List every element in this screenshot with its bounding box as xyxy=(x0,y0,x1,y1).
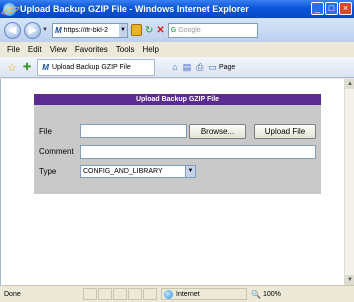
status-cell xyxy=(113,288,127,300)
zoom-icon: 🔍 xyxy=(251,289,261,299)
command-buttons: ⌂ ▤ ⎙ ▭ Page xyxy=(167,62,235,73)
tab-favicon-icon: M xyxy=(42,62,49,72)
zoom-level: 100% xyxy=(262,290,281,298)
page-favicon-icon: M xyxy=(54,25,62,35)
add-favorites-icon[interactable]: ✚ xyxy=(23,62,31,73)
status-cell xyxy=(128,288,142,300)
ie-logo-icon xyxy=(3,2,16,16)
stop-icon[interactable]: ✕ xyxy=(156,25,164,36)
comment-label: Comment xyxy=(39,147,74,156)
type-label: Type xyxy=(39,167,57,176)
menu-tools[interactable]: Tools xyxy=(116,45,135,54)
security-zone[interactable]: Internet xyxy=(161,288,247,300)
tab-label: Upload Backup GZIP File xyxy=(51,63,131,71)
address-dropdown-icon[interactable]: ▼ xyxy=(118,23,127,37)
menu-edit[interactable]: Edit xyxy=(28,45,42,54)
menu-file[interactable]: File xyxy=(7,45,20,54)
upload-panel: Upload Backup GZIP File File Browse... U… xyxy=(34,94,321,194)
address-row: ◀ ▶ ▼ M https://ifr-bkl-2 ▼ ↻ ✕ G Google xyxy=(0,18,354,42)
window-controls: _ □ × xyxy=(310,2,352,15)
feeds-icon[interactable]: ▤ xyxy=(183,62,192,73)
command-bar: ☆ ✚ M Upload Backup GZIP File ⌂ ▤ ⎙ ▭ Pa… xyxy=(0,57,354,78)
forward-button[interactable]: ▶ xyxy=(24,21,41,39)
page-content: Upload Backup GZIP File File Browse... U… xyxy=(0,79,344,285)
title-bar: Upload Backup GZIP File - Windows Intern… xyxy=(0,0,354,18)
print-icon[interactable]: ⎙ xyxy=(196,62,203,73)
comment-input[interactable] xyxy=(80,145,316,159)
browse-button[interactable]: Browse... xyxy=(189,124,246,139)
menu-favorites[interactable]: Favorites xyxy=(75,45,108,54)
panel-header: Upload Backup GZIP File xyxy=(34,94,321,105)
refresh-icon[interactable]: ↻ xyxy=(145,25,153,36)
minimize-button[interactable]: _ xyxy=(311,2,324,15)
favorites-star-icon[interactable]: ☆ xyxy=(7,61,17,74)
zoom-control[interactable]: 🔍 100% xyxy=(251,290,281,299)
status-cell xyxy=(143,288,157,300)
chevron-down-icon[interactable]: ▼ xyxy=(185,166,195,177)
close-button[interactable]: × xyxy=(339,2,352,15)
window-title: Upload Backup GZIP File - Windows Intern… xyxy=(20,4,249,14)
search-input[interactable]: G Google xyxy=(167,22,258,38)
status-text: Done xyxy=(4,290,21,298)
google-icon: G xyxy=(170,26,177,34)
zone-label: Internet xyxy=(176,290,200,298)
browser-tab[interactable]: M Upload Backup GZIP File xyxy=(37,58,156,76)
scroll-up-icon[interactable]: ▲ xyxy=(345,79,354,89)
address-bar[interactable]: M https://ifr-bkl-2 ▼ xyxy=(51,22,128,38)
type-select-value: CONFIG_AND_LIBRARY xyxy=(83,168,163,175)
maximize-button[interactable]: □ xyxy=(325,2,338,15)
recent-pages-dropdown-icon[interactable]: ▼ xyxy=(42,27,48,33)
page-icon[interactable]: ▭ xyxy=(208,62,217,73)
scroll-down-icon[interactable]: ▼ xyxy=(345,275,354,285)
back-button[interactable]: ◀ xyxy=(4,21,21,39)
status-bar: Done Internet 🔍 100% xyxy=(0,285,354,302)
menu-help[interactable]: Help xyxy=(142,45,158,54)
internet-zone-icon xyxy=(164,289,173,299)
lock-icon[interactable] xyxy=(130,24,142,36)
type-select[interactable]: CONFIG_AND_LIBRARY ▼ xyxy=(80,165,196,178)
file-input[interactable] xyxy=(80,124,187,138)
home-icon[interactable]: ⌂ xyxy=(172,62,177,72)
vertical-scrollbar[interactable]: ▲ ▼ xyxy=(344,79,354,285)
status-cell xyxy=(83,288,97,300)
file-label: File xyxy=(39,127,52,136)
status-cell xyxy=(98,288,112,300)
page-menu-label[interactable]: Page xyxy=(219,64,235,71)
browser-window: Upload Backup GZIP File - Windows Intern… xyxy=(0,0,354,302)
menu-bar: File Edit View Favorites Tools Help xyxy=(0,42,354,57)
address-url[interactable]: https://ifr-bkl-2 xyxy=(64,27,108,34)
upload-file-button[interactable]: Upload File xyxy=(254,124,316,139)
menu-view[interactable]: View xyxy=(50,45,67,54)
search-placeholder: Google xyxy=(178,26,201,34)
